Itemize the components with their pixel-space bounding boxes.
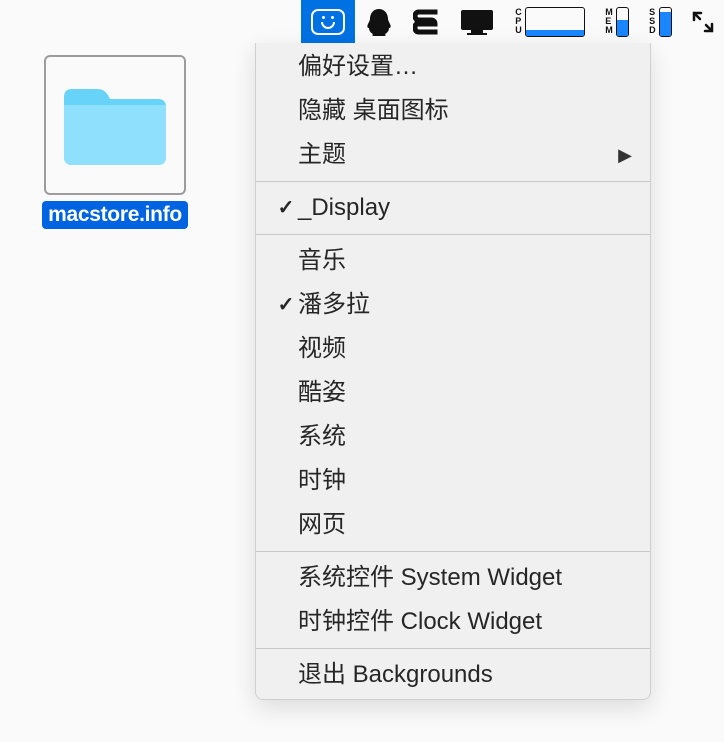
menu-music[interactable]: 音乐 bbox=[256, 239, 650, 283]
check-icon: ✓ bbox=[274, 290, 298, 320]
menu-display[interactable]: ✓ _Display bbox=[256, 186, 650, 230]
menubar-expand-icon[interactable] bbox=[682, 0, 724, 43]
menu-system[interactable]: 系统 bbox=[256, 415, 650, 459]
menubar-mem-stat[interactable]: M E M bbox=[595, 0, 639, 43]
cpu-label: C P U bbox=[515, 8, 522, 35]
monitor-icon bbox=[459, 8, 495, 36]
folder-label: macstore.info bbox=[42, 201, 188, 229]
menu-system-widget[interactable]: 系统控件 System Widget bbox=[256, 556, 650, 600]
folder-icon-selection bbox=[44, 55, 186, 195]
menubar: C P U M E M bbox=[0, 0, 724, 43]
folder-icon bbox=[60, 81, 170, 169]
mem-label: M E M bbox=[605, 8, 613, 35]
menu-clock[interactable]: 时钟 bbox=[256, 459, 650, 503]
s-icon bbox=[413, 8, 439, 36]
check-icon: ✓ bbox=[274, 193, 298, 223]
menu-cool[interactable]: 酷姿 bbox=[256, 371, 650, 415]
menu-pandora[interactable]: ✓ 潘多拉 bbox=[256, 283, 650, 327]
menu-preferences[interactable]: 偏好设置… bbox=[256, 45, 650, 89]
ssd-meter bbox=[659, 7, 672, 37]
menubar-qq-icon[interactable] bbox=[355, 0, 403, 43]
menu-quit[interactable]: 退出 Backgrounds bbox=[256, 653, 650, 697]
desktop: macstore.info bbox=[0, 0, 724, 742]
menubar-ssd-stat[interactable]: S S D bbox=[639, 0, 682, 43]
smiley-icon bbox=[311, 9, 345, 35]
menu-divider bbox=[256, 181, 650, 182]
penguin-icon bbox=[365, 7, 393, 37]
menubar-app-icon[interactable] bbox=[301, 0, 355, 43]
menu-web[interactable]: 网页 bbox=[256, 503, 650, 547]
menu-clock-widget[interactable]: 时钟控件 Clock Widget bbox=[256, 600, 650, 644]
menubar-cpu-stat[interactable]: C P U bbox=[505, 0, 595, 43]
menu-divider bbox=[256, 648, 650, 649]
dropdown-menu: 偏好设置… 隐藏 桌面图标 主题 ▶ ✓ _Display bbox=[255, 43, 651, 700]
submenu-arrow-icon: ▶ bbox=[618, 142, 632, 169]
menubar-monitor-icon[interactable] bbox=[449, 0, 505, 43]
menu-divider bbox=[256, 551, 650, 552]
expand-icon bbox=[692, 11, 714, 33]
desktop-folder[interactable]: macstore.info bbox=[44, 55, 186, 229]
ssd-label: S S D bbox=[649, 8, 656, 35]
cpu-meter bbox=[525, 7, 585, 37]
mem-meter bbox=[616, 7, 629, 37]
menu-video[interactable]: 视频 bbox=[256, 327, 650, 371]
menu-hide-icons[interactable]: 隐藏 桌面图标 bbox=[256, 89, 650, 133]
menu-theme[interactable]: 主题 ▶ bbox=[256, 133, 650, 177]
menu-divider bbox=[256, 234, 650, 235]
menubar-s-icon[interactable] bbox=[403, 0, 449, 43]
